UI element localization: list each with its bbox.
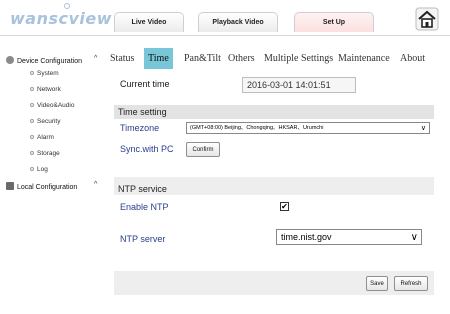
- tab-maintenance[interactable]: Maintenance: [338, 48, 390, 69]
- sidebar-group-device-configuration[interactable]: Device Configuration ^: [6, 55, 102, 65]
- brand-logo: wanscview: [10, 9, 113, 28]
- current-time-label: Current time: [120, 79, 170, 89]
- sidebar-item-label: Video&Audio: [37, 102, 75, 109]
- refresh-button[interactable]: Refresh: [394, 276, 428, 291]
- enable-ntp-checkbox[interactable]: ✔: [280, 202, 289, 211]
- bullet-icon: [30, 103, 34, 107]
- tab-status[interactable]: Status: [110, 48, 134, 69]
- sidebar-item-network[interactable]: Network: [30, 86, 61, 93]
- sidebar-item-security[interactable]: Security: [30, 118, 60, 125]
- sidebar: Device Configuration ^ System Network Vi…: [0, 48, 104, 314]
- sidebar-item-label: Network: [37, 86, 61, 93]
- logo-camera-dot: [64, 3, 70, 9]
- collapse-caret-icon[interactable]: ^: [94, 181, 97, 188]
- enable-ntp-label: Enable NTP: [120, 202, 169, 212]
- nav-tab-setup[interactable]: Set Up: [294, 12, 374, 32]
- timezone-value: (GMT+08:00) Beijing、Chongqing、HKSAR、Urum…: [190, 125, 324, 131]
- sidebar-item-storage[interactable]: Storage: [30, 150, 60, 157]
- tab-pan-tilt[interactable]: Pan&Tilt: [184, 48, 221, 69]
- ntp-server-label: NTP server: [120, 234, 166, 244]
- ntp-server-value: time.nist.gov: [281, 232, 332, 242]
- sidebar-group-label: Local Configuration: [17, 184, 78, 191]
- sidebar-item-label: Storage: [37, 150, 60, 157]
- timezone-label: Timezone: [120, 123, 160, 133]
- time-setting-header: Time setting: [114, 105, 434, 119]
- collapse-caret-icon[interactable]: ^: [94, 55, 97, 62]
- settings-tabs: Status Time Pan&Tilt Others Multiple Set…: [106, 48, 436, 70]
- bullet-icon: [30, 87, 34, 91]
- chevron-down-icon: ∨: [410, 232, 418, 243]
- bullet-icon: [30, 167, 34, 171]
- sidebar-group-local-configuration[interactable]: Local Configuration ^: [6, 181, 102, 191]
- ntp-server-select[interactable]: time.nist.gov ∨: [276, 229, 422, 245]
- ntp-service-header: NTP service: [114, 183, 434, 195]
- tab-multiple-settings[interactable]: Multiple Settings: [264, 48, 333, 69]
- save-button[interactable]: Save: [366, 276, 388, 291]
- sidebar-item-video-audio[interactable]: Video&Audio: [30, 102, 74, 109]
- home-icon[interactable]: [414, 6, 440, 32]
- tab-time[interactable]: Time: [144, 48, 173, 69]
- bullet-icon: [30, 119, 34, 123]
- sidebar-group-label: Device Configuration: [17, 58, 82, 65]
- time-settings-panel: Current time 2016-03-01 14:01:51 Time se…: [114, 73, 434, 298]
- sidebar-item-label: Alarm: [37, 134, 54, 141]
- sidebar-item-label: Security: [37, 118, 61, 125]
- sidebar-item-label: Log: [37, 166, 48, 173]
- nav-tab-playback-video[interactable]: Playback Video: [198, 12, 278, 32]
- confirm-button[interactable]: Confirm: [186, 142, 220, 157]
- bullet-icon: [30, 151, 34, 155]
- bullet-icon: [30, 71, 34, 75]
- timezone-select[interactable]: (GMT+08:00) Beijing、Chongqing、HKSAR、Urum…: [186, 122, 430, 134]
- bullet-icon: [30, 135, 34, 139]
- sidebar-item-alarm[interactable]: Alarm: [30, 134, 54, 141]
- current-time-field: 2016-03-01 14:01:51: [242, 77, 356, 93]
- nav-tab-live-video[interactable]: Live Video: [114, 12, 184, 32]
- device-gear-icon: [6, 56, 14, 64]
- top-header: wanscview Live Video Playback Video Set …: [0, 0, 450, 36]
- local-config-icon: [6, 182, 14, 190]
- tab-others[interactable]: Others: [228, 48, 255, 69]
- chevron-down-icon: ∨: [420, 125, 426, 132]
- sidebar-item-log[interactable]: Log: [30, 166, 48, 173]
- sidebar-item-system[interactable]: System: [30, 70, 59, 77]
- sidebar-item-label: System: [37, 70, 59, 77]
- tab-about[interactable]: About: [400, 48, 425, 69]
- sync-with-pc-label: Sync.with PC: [120, 144, 174, 154]
